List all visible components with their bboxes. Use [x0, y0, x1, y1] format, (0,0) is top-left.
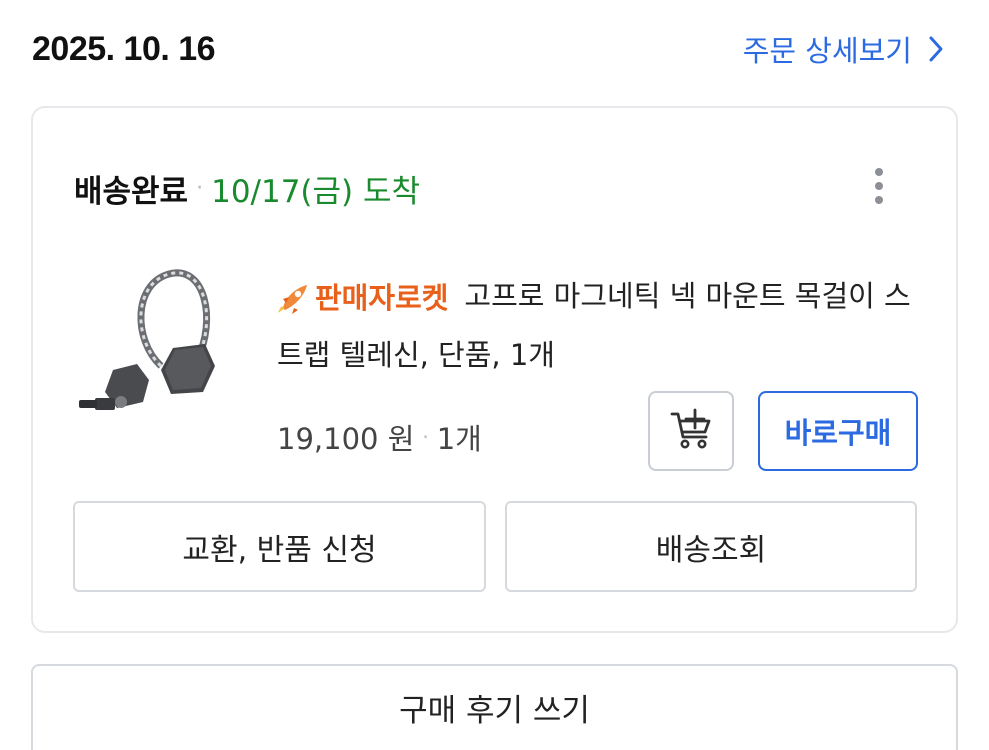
product-quantity: 1개 [436, 422, 482, 456]
delivery-status: 배송완료 [74, 174, 189, 210]
delivery-status-line: 배송완료 · 10/17(금) 도착 [74, 166, 420, 211]
buy-now-button[interactable]: 바로구매 [758, 391, 918, 471]
exchange-return-button[interactable]: 교환, 반품 신청 [73, 501, 486, 592]
order-detail-link-label: 주문 상세보기 [742, 34, 912, 68]
delivery-tracking-button[interactable]: 배송조회 [505, 501, 917, 592]
price-line: 19,100 원 · 1개 [277, 416, 482, 458]
order-detail-link[interactable]: 주문 상세보기 [743, 28, 944, 70]
seller-rocket-badge: 판매자로켓 [277, 270, 448, 327]
chevron-right-icon [928, 35, 944, 63]
separator-dot: · [196, 176, 204, 201]
badge-label: 판매자로켓 [315, 280, 449, 315]
arrival-date: 10/17(금) 도착 [211, 174, 421, 210]
separator-dot: · [422, 425, 429, 449]
product-price: 19,100 원 [277, 422, 415, 456]
cart-plus-icon [669, 407, 713, 455]
write-review-button[interactable]: 구매 후기 쓰기 [31, 664, 958, 750]
order-card: 배송완료 · 10/17(금) 도착 판매자로켓 고프로 마그네틱 넥 마운트 목… [31, 106, 958, 633]
order-header: 2025. 10. 16 주문 상세보기 [32, 28, 944, 68]
order-date: 2025. 10. 16 [32, 30, 216, 68]
product-title-block[interactable]: 판매자로켓 고프로 마그네틱 넥 마운트 목걸이 스트랩 텔레신, 단품, 1개 [277, 268, 917, 384]
rocket-icon [277, 282, 311, 314]
more-options-icon[interactable] [864, 164, 894, 208]
product-image[interactable] [77, 262, 217, 422]
add-to-cart-button[interactable] [648, 391, 734, 471]
